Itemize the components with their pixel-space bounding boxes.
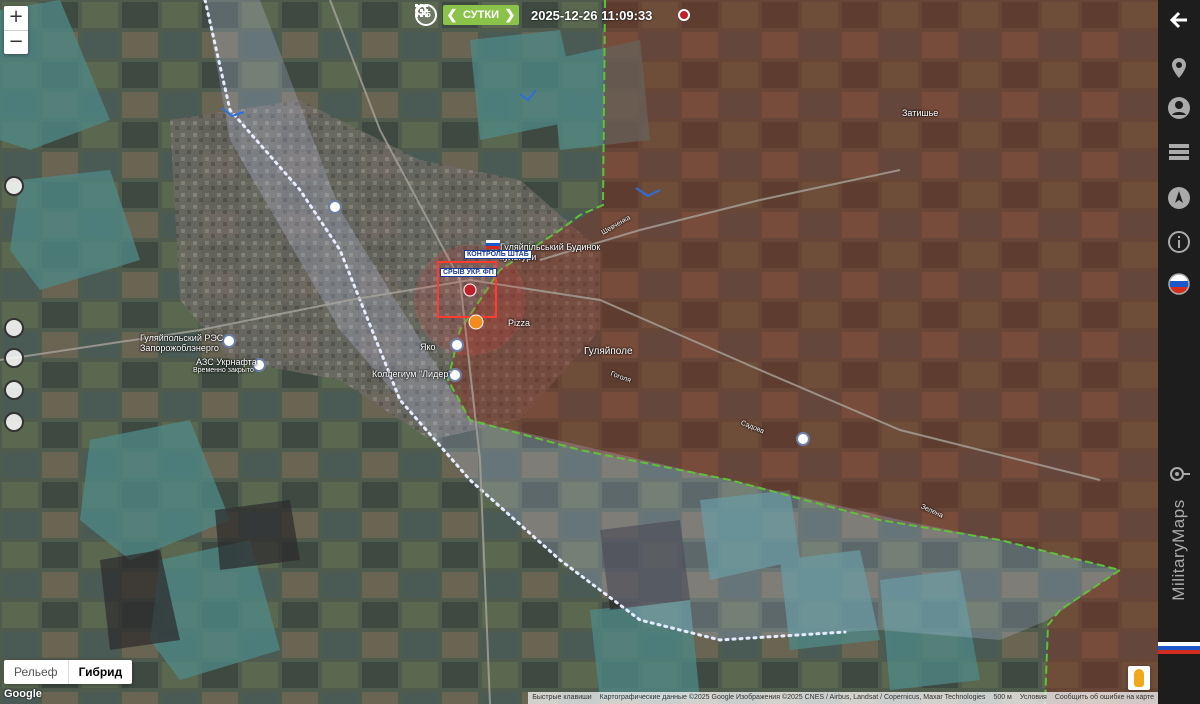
- place-label: Яко: [420, 342, 436, 352]
- poi-icon[interactable]: [450, 338, 464, 352]
- zoom-control: + −: [4, 6, 28, 54]
- unit-label[interactable]: КОНТРОЛЬ ШТАБ: [464, 250, 532, 259]
- place-label: Временно закрыто: [193, 367, 254, 374]
- poi-marker-icon[interactable]: [4, 176, 24, 196]
- location-pin-icon[interactable]: [1167, 56, 1191, 80]
- brand-text: MilitaryMaps: [1169, 499, 1188, 601]
- google-logo: Google: [4, 688, 42, 700]
- hq-center: [463, 283, 477, 297]
- place-label: Pizza: [508, 318, 531, 328]
- report-error-link[interactable]: Сообщить об ошибке на карте: [1055, 692, 1154, 704]
- period-selector: ❮ СУТКИ ❯: [443, 5, 519, 25]
- map-type-toggle: Рельеф Гибрид: [4, 660, 133, 684]
- flag-stripe-red: [1158, 650, 1200, 654]
- map-attribution: Быстрые клавиши Картографические данные …: [528, 692, 1158, 704]
- scale-bar[interactable]: 500 м: [993, 692, 1011, 704]
- layers-icon[interactable]: [1167, 140, 1191, 164]
- period-label[interactable]: СУТКИ: [459, 9, 503, 21]
- fire-icon[interactable]: [4, 318, 24, 338]
- place-label: Затишье: [902, 108, 939, 118]
- street-view-pegman[interactable]: [1128, 666, 1150, 690]
- zoom-in-button[interactable]: +: [4, 6, 28, 31]
- satellite-map[interactable]: + − F5 ❮ СУТКИ ❯ 2025-12-26 11:09:33 Зат…: [0, 0, 1158, 704]
- record-icon[interactable]: [678, 9, 691, 21]
- russia-flag-icon[interactable]: [1167, 272, 1191, 296]
- compass-icon[interactable]: [1167, 186, 1191, 210]
- grid-icon[interactable]: [415, 4, 672, 22]
- target-icon[interactable]: [4, 348, 24, 368]
- shortcuts-link[interactable]: Быстрые клавиши: [532, 692, 591, 704]
- place-label: АЗС Укрнафта: [196, 357, 257, 367]
- measure-icon[interactable]: [4, 412, 24, 432]
- terms-link[interactable]: Условия: [1020, 692, 1047, 704]
- brand-logo: MilitaryMaps: [1162, 480, 1196, 620]
- timeline-toolbar: F5 ❮ СУТКИ ❯ 2025-12-26 11:09:33: [415, 4, 710, 26]
- poi-icon[interactable]: [796, 432, 810, 446]
- poi-icon[interactable]: [328, 200, 342, 214]
- relief-button[interactable]: Рельеф: [4, 660, 68, 684]
- period-next-button[interactable]: ❯: [503, 7, 517, 23]
- zoom-out-button[interactable]: −: [4, 31, 28, 55]
- user-icon[interactable]: [1167, 96, 1191, 120]
- search-icon[interactable]: [415, 4, 710, 22]
- info-icon[interactable]: [1167, 230, 1191, 254]
- place-label: Гуляйполе: [584, 346, 633, 357]
- pizza-poi: [468, 314, 484, 330]
- unit-label[interactable]: СРЫВ УКР. ФП: [440, 268, 497, 277]
- place-label: Гуляйпольский РЭС Запорожоблэнерго: [140, 333, 224, 353]
- datetime-display: 2025-12-26 11:09:33: [530, 7, 653, 23]
- russia-flag-icon: [486, 240, 500, 249]
- place-label: Коллегиум "Лидер": [372, 369, 452, 379]
- map-data-credit: Картографические данные ©2025 Google Изо…: [599, 694, 986, 701]
- hybrid-button[interactable]: Гибрид: [67, 660, 133, 684]
- back-icon[interactable]: [1167, 8, 1191, 32]
- sound-icon[interactable]: [4, 380, 24, 400]
- period-prev-button[interactable]: ❮: [445, 7, 459, 23]
